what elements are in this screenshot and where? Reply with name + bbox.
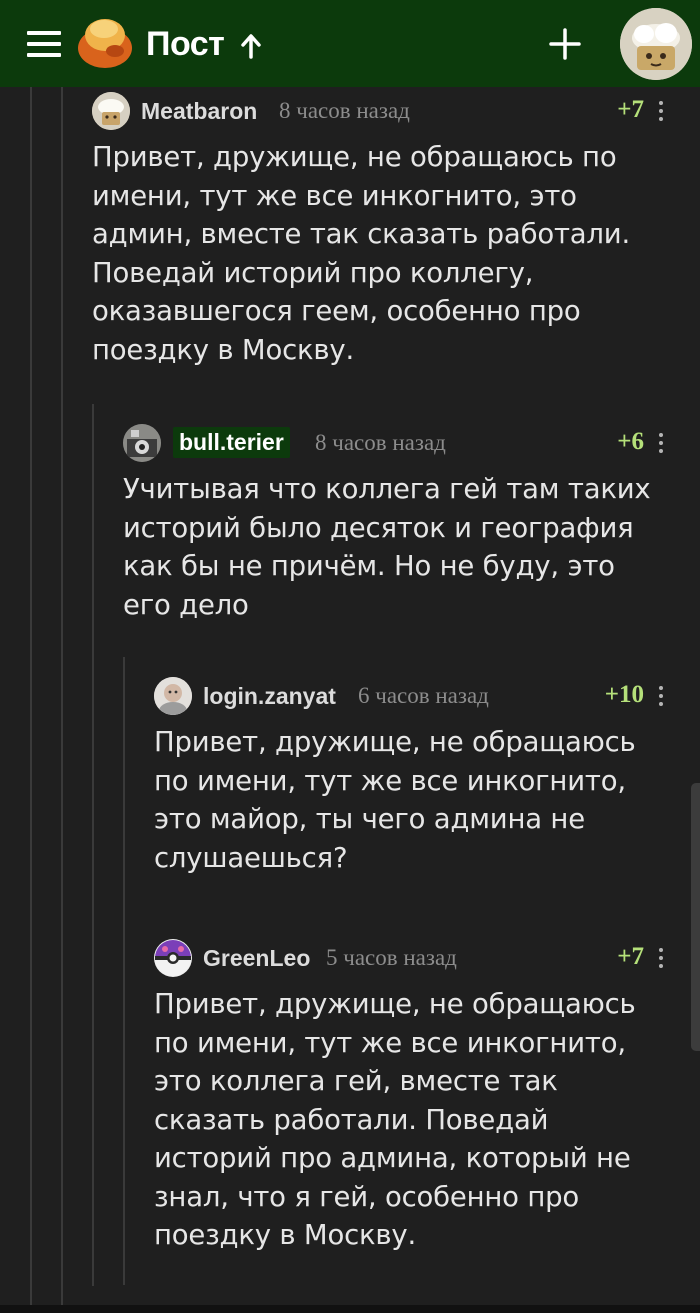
thread-line-level-2[interactable] [92, 404, 94, 1286]
thread-line-level-3[interactable] [123, 657, 125, 1285]
hamburger-menu-icon[interactable] [27, 31, 61, 57]
comment-time: 8 часов назад [315, 430, 446, 455]
comment-header: Meatbaron 8 часов назад +7 [92, 88, 664, 134]
comment-time: 8 часов назад [279, 98, 410, 123]
avatar[interactable] [92, 92, 130, 130]
comment-author[interactable]: GreenLeo [203, 945, 310, 972]
comment: bull.terier 8 часов назад +6 Учитывая чт… [123, 420, 664, 624]
arrow-up-icon[interactable] [240, 33, 262, 59]
page-title: Пост [146, 24, 225, 63]
comment-header: bull.terier 8 часов назад +6 [123, 420, 664, 466]
comment: GreenLeo 5 часов назад +7 Привет, дружищ… [154, 935, 664, 1255]
comment-header: login.zanyat 6 часов назад +10 [154, 673, 664, 719]
comment-text: Привет, дружище, не обращаюсь по имени, … [92, 141, 631, 366]
thread-line-level-1[interactable] [61, 87, 63, 1305]
comment-author[interactable]: Meatbaron [141, 98, 257, 125]
comment-text: Привет, дружище, не обращаюсь по имени, … [154, 988, 636, 1251]
comment-rating: +6 [617, 428, 644, 455]
comment: Meatbaron 8 часов назад +7 Привет, дружи… [92, 88, 664, 369]
avatar[interactable] [154, 939, 192, 977]
comment-header: GreenLeo 5 часов назад +7 [154, 935, 664, 981]
more-options-icon[interactable] [658, 100, 664, 122]
pikabu-logo-icon[interactable] [77, 15, 133, 69]
more-options-icon[interactable] [658, 947, 664, 969]
bottom-edge [0, 1305, 700, 1313]
user-avatar[interactable] [620, 8, 692, 80]
comment-time: 5 часов назад [326, 945, 457, 970]
comment: login.zanyat 6 часов назад +10 Привет, д… [154, 673, 664, 877]
more-options-icon[interactable] [658, 685, 664, 707]
comment-time: 6 часов назад [358, 683, 489, 708]
scrollbar-thumb[interactable] [691, 783, 700, 1051]
thread-line-level-0[interactable] [30, 87, 32, 1305]
comment-rating: +7 [617, 943, 644, 970]
comment-rating: +10 [604, 681, 644, 708]
comment-rating: +7 [617, 96, 644, 123]
comment-text: Учитывая что коллега гей там таких истор… [123, 473, 651, 621]
more-options-icon[interactable] [658, 432, 664, 454]
top-app-bar: Пост [0, 0, 700, 87]
page-title-group[interactable]: Пост [146, 22, 262, 66]
comment-text: Привет, дружище, не обращаюсь по имени, … [154, 726, 636, 874]
plus-icon[interactable] [540, 19, 590, 69]
avatar[interactable] [123, 424, 161, 462]
comment-author[interactable]: bull.terier [173, 427, 290, 458]
avatar[interactable] [154, 677, 192, 715]
comment-author[interactable]: login.zanyat [203, 683, 336, 710]
